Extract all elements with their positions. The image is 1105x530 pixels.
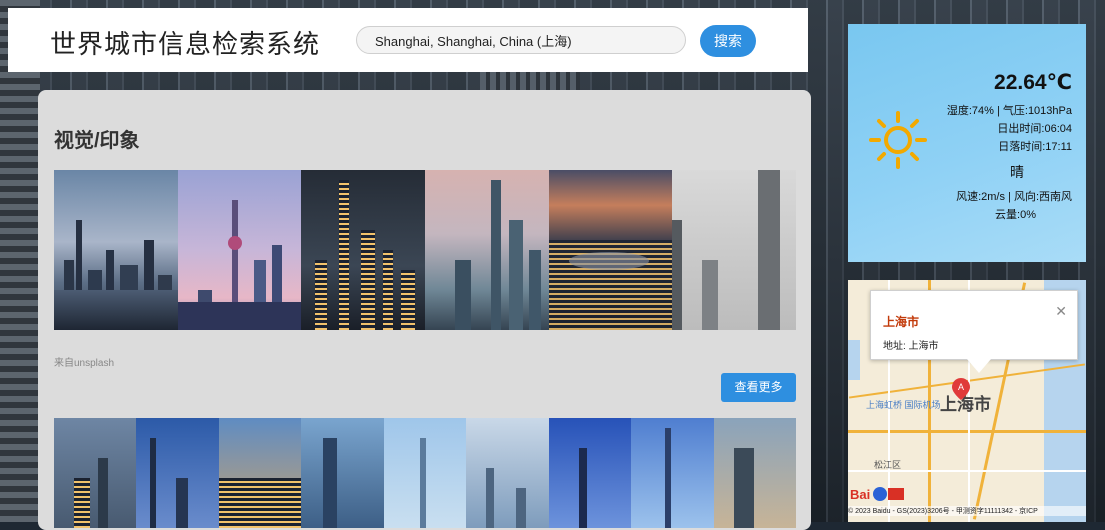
district-label: 松江区 — [874, 460, 902, 470]
photo-source: 来自unsplash — [54, 358, 115, 369]
cloud-cover: 云量:0% — [995, 209, 1036, 221]
gallery-photo[interactable] — [631, 418, 714, 528]
gallery-photo[interactable] — [672, 170, 796, 330]
humidity-pressure: 湿度:74% | 气压:1013hPa — [946, 105, 1072, 117]
svg-text:Bai: Bai — [850, 487, 870, 502]
gallery-photo[interactable] — [218, 418, 302, 528]
close-icon[interactable]: ✕ — [1055, 303, 1067, 320]
gallery-photo[interactable] — [54, 170, 178, 330]
gallery-photo[interactable] — [466, 418, 549, 528]
app-title: 世界城市信息检索系统 — [50, 29, 321, 59]
gallery-bottom — [54, 418, 796, 528]
gallery-photo[interactable] — [301, 170, 426, 330]
panel-title: 视觉/印象 — [54, 130, 140, 152]
gallery-photo[interactable] — [177, 170, 302, 330]
gallery-photo[interactable] — [54, 418, 137, 528]
map-view[interactable]: 上海虹桥 国际机场 上海市 松江区 A 上海市 地址: 上海市 ✕ Bai © … — [848, 280, 1086, 522]
gallery-photo[interactable] — [301, 418, 384, 528]
sun-icon — [869, 111, 927, 169]
popup-address: 地址: 上海市 — [883, 341, 939, 352]
weather-condition: 晴 — [1010, 164, 1024, 180]
view-more-button[interactable]: 查看更多 — [721, 373, 796, 402]
gallery-top — [54, 170, 796, 330]
visual-panel: 视觉/印象 来自unsplash 查看更多 — [38, 90, 811, 530]
gallery-photo[interactable] — [383, 418, 467, 528]
sunrise-time: 日出时间:06:04 — [997, 123, 1072, 135]
wind-info: 风速:2m/s | 风向:西南风 — [956, 191, 1072, 203]
airport-label: 上海虹桥 国际机场 — [866, 400, 941, 410]
weather-card: 22.64℃ 湿度:74% | 气压:1013hPa 日出时间:06:04 日落… — [848, 24, 1086, 262]
gallery-photo[interactable] — [425, 170, 549, 330]
location-marker-icon[interactable]: A — [952, 378, 970, 400]
gallery-photo[interactable] — [136, 418, 219, 528]
gallery-photo[interactable] — [548, 418, 632, 528]
info-popup: 上海市 地址: 上海市 ✕ — [870, 290, 1078, 373]
header: 世界城市信息检索系统 搜索 — [8, 8, 808, 72]
sunset-time: 日落时间:17:11 — [998, 141, 1072, 153]
map-copyright: © 2023 Baidu - GS(2023)3206号 - 甲测资字11111… — [848, 506, 1086, 516]
temperature: 22.64℃ — [994, 71, 1072, 94]
gallery-photo[interactable] — [548, 170, 673, 330]
marker-label: A — [958, 382, 964, 392]
popup-title: 上海市 — [883, 315, 920, 329]
search-button[interactable]: 搜索 — [700, 25, 756, 57]
gallery-photo[interactable] — [713, 418, 796, 528]
search-input[interactable] — [356, 26, 686, 54]
baidu-logo: Bai — [850, 487, 904, 502]
